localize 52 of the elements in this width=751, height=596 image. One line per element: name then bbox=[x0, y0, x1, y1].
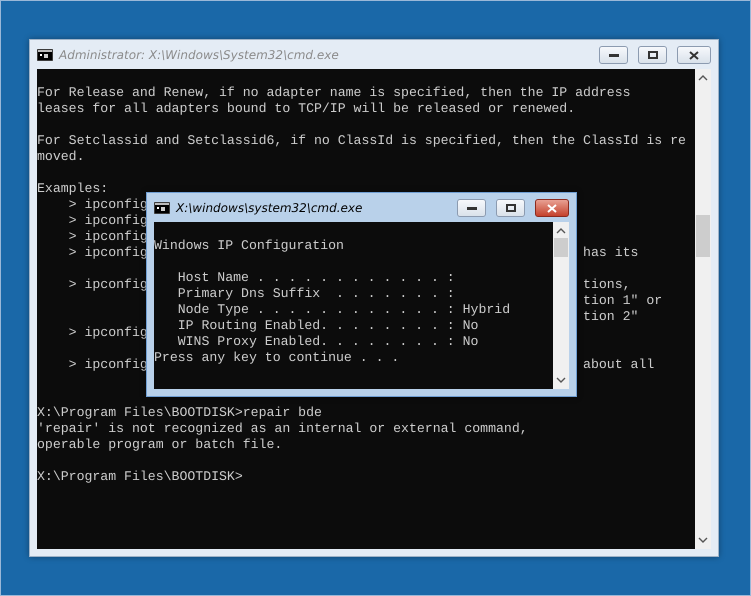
console-line: > ipconfig bbox=[68, 357, 148, 373]
scroll-down-icon[interactable] bbox=[698, 537, 708, 543]
console-line: Windows IP Configuration bbox=[154, 238, 344, 254]
console-line: about all bbox=[583, 357, 654, 373]
maximize-button[interactable] bbox=[496, 199, 525, 217]
console-line: tions, bbox=[583, 277, 631, 293]
close-button[interactable] bbox=[535, 199, 569, 217]
console-line: Primary Dns Suffix . . . . . . . : bbox=[176, 286, 455, 302]
console-line: 'repair' is not recognized as an internal or external command, bbox=[37, 421, 528, 437]
minimize-icon bbox=[608, 54, 618, 56]
console-line: X:\Program Files\BOOTDISK> bbox=[37, 469, 243, 485]
console-line: > ipconfig bbox=[68, 197, 148, 213]
scroll-up-icon[interactable] bbox=[698, 75, 708, 81]
console-line: > ipconfig bbox=[68, 229, 148, 245]
console-line: moved. bbox=[37, 149, 84, 165]
close-button[interactable] bbox=[677, 46, 711, 64]
scroll-thumb[interactable] bbox=[554, 238, 568, 257]
maximize-button[interactable] bbox=[638, 46, 667, 64]
close-icon bbox=[689, 50, 699, 60]
console-line: For Setclassid and Setclassid6, if no ClassId is specified, then the ClassId is re bbox=[37, 133, 686, 149]
console-line: WINS Proxy Enabled. . . . . . . . : No bbox=[176, 334, 478, 350]
minimize-button[interactable] bbox=[457, 199, 486, 217]
scroll-down-icon[interactable] bbox=[556, 377, 566, 383]
minimize-button[interactable] bbox=[599, 46, 628, 64]
console-line: tion 1" or bbox=[583, 293, 662, 309]
console-line: X:\Program Files\BOOTDISK>repair bde bbox=[37, 405, 322, 421]
console-line: operable program or batch file. bbox=[37, 437, 282, 453]
scrollbar[interactable] bbox=[695, 69, 711, 549]
console-line: has its bbox=[583, 245, 638, 261]
console-line: Press any key to continue . . . bbox=[154, 350, 400, 366]
maximize-icon bbox=[648, 51, 658, 59]
scrollbar[interactable] bbox=[553, 222, 569, 389]
console-line: IP Routing Enabled. . . . . . . . : No bbox=[176, 318, 478, 334]
console-line: Host Name . . . . . . . . . . . . : bbox=[176, 270, 455, 286]
console-line: tion 2" bbox=[583, 309, 638, 325]
window-title: X:\windows\system32\cmd.exe bbox=[176, 200, 364, 214]
scroll-up-icon[interactable] bbox=[556, 228, 566, 234]
window-title: Administrator: X:\Windows\System32\cmd.exe bbox=[59, 48, 340, 62]
console-line: Node Type . . . . . . . . . . . . : Hybrid bbox=[176, 302, 510, 318]
console-line: > ipconfig bbox=[68, 213, 148, 229]
console-line: > ipconfig bbox=[68, 325, 148, 341]
console-line: > ipconfig bbox=[68, 245, 148, 261]
console-line: leases for all adapters bound to TCP/IP will be released or renewed. bbox=[37, 101, 576, 117]
console-line: > ipconfig bbox=[68, 277, 148, 293]
maximize-icon bbox=[506, 204, 516, 212]
close-icon bbox=[547, 204, 557, 212]
console-icon bbox=[154, 202, 170, 214]
console-line: Examples: bbox=[37, 181, 108, 197]
console-icon bbox=[37, 48, 53, 60]
console-line: For Release and Renew, if no adapter name is specified, then the IP address bbox=[37, 85, 631, 101]
minimize-icon bbox=[466, 206, 476, 210]
scroll-thumb[interactable] bbox=[696, 215, 710, 257]
